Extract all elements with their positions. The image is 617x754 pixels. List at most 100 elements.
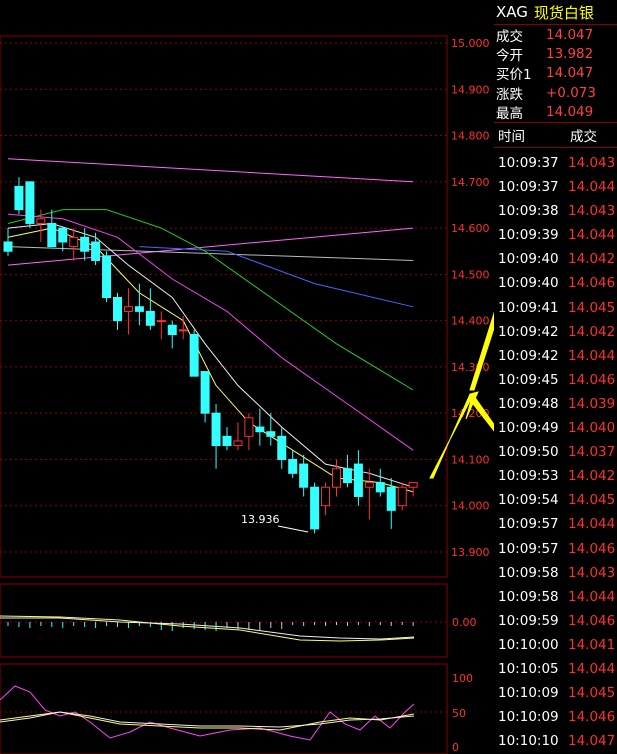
candle[interactable] [91,232,101,266]
trade-row[interactable]: 10:09:39 14.044 [494,223,617,247]
trade-row[interactable]: 10:09:38 14.043 [494,199,617,223]
trade-row[interactable]: 10:09:45 14.046 [494,368,617,392]
trade-row[interactable]: 10:09:58 14.044 [494,585,617,609]
trade-row[interactable]: 10:09:54 14.045 [494,488,617,512]
trade-row[interactable]: 10:09:37 14.043 [494,151,617,175]
candle[interactable] [222,427,232,451]
trade-time: 10:09:42 [498,323,559,340]
macd-line-white [0,617,415,640]
quote-label: 买价1 [496,67,532,84]
candle[interactable] [211,403,221,469]
candle[interactable] [25,181,35,229]
candle[interactable] [299,454,309,497]
trade-row[interactable]: 10:09:57 14.046 [494,536,617,560]
candle[interactable] [113,292,122,330]
kline-chart[interactable]: 15.000 14.900 14.800 14.700 14.600 14.500 14.4… [0,0,494,754]
trade-row[interactable]: 10:09:40 14.046 [494,271,617,295]
trade-time: 10:09:57 [498,540,559,557]
trade-row[interactable]: 10:09:49 14.040 [494,416,617,440]
candle[interactable] [47,209,57,248]
price-tick: 13.900 [451,546,490,559]
candle[interactable] [266,413,276,446]
trade-header-price: 成交 [570,128,597,145]
candle-body [167,324,177,336]
trade-price: 14.046 [568,612,616,629]
trade-price: 14.046 [568,371,616,388]
candle[interactable] [58,227,68,252]
candle[interactable] [200,371,210,423]
candle[interactable] [397,482,407,511]
trade-time: 10:09:54 [498,492,559,509]
candle[interactable] [255,408,265,446]
candle[interactable] [277,427,287,469]
trade-row[interactable]: 10:09:42 14.042 [494,320,617,344]
candle-body [342,468,352,484]
candle[interactable] [408,482,418,497]
candle[interactable] [321,482,331,515]
candle-body [134,306,144,312]
line-ma-green [7,209,414,391]
line-ma-yellow [7,227,414,493]
candle-body [113,297,122,322]
trade-row[interactable]: 10:09:53 14.042 [494,464,617,488]
candle-body [91,241,101,261]
trade-row[interactable]: 10:10:09 14.046 [494,705,617,729]
trade-price: 14.043 [568,564,616,581]
trade-price: 14.045 [568,299,616,316]
price-tick: 14.000 [451,500,490,513]
candle[interactable] [288,450,298,478]
rsi-line-magenta [0,685,415,741]
candle[interactable] [167,320,177,349]
trade-row[interactable]: 10:09:59 14.046 [494,609,617,633]
candle[interactable] [156,311,166,340]
candle[interactable] [123,288,133,335]
trade-price: 14.044 [568,516,616,533]
candle[interactable] [69,228,79,261]
trade-price: 14.046 [568,540,616,557]
quote-value: +0.073 [546,84,596,101]
candle[interactable] [310,482,320,534]
candle-body [266,431,276,437]
trade-row[interactable]: 10:09:41 14.045 [494,296,617,320]
candle[interactable] [14,177,24,215]
candle[interactable] [102,251,112,303]
trade-list[interactable]: 10:09:37 14.043 10:09:37 14.044 10:09:38 14.0… [494,151,617,753]
candle[interactable] [233,422,243,451]
candle[interactable] [364,468,374,520]
trade-row[interactable]: 10:10:05 14.044 [494,657,617,681]
trade-price: 14.042 [568,251,616,268]
trade-row[interactable]: 10:10:09 14.045 [494,681,617,705]
macd-panel-frame [0,583,448,658]
quote-row-high: 最高 14.049 [494,103,617,122]
candle[interactable] [145,288,155,330]
candle[interactable] [386,477,396,529]
trade-row[interactable]: 10:10:10 14.047 [494,729,617,753]
trade-row[interactable]: 10:09:58 14.043 [494,561,617,585]
trade-row[interactable]: 10:09:50 14.037 [494,440,617,464]
candle-body [310,486,320,530]
candle-body [332,468,341,488]
trade-price: 14.045 [568,492,616,509]
quote-value: 14.047 [546,65,594,82]
trade-row[interactable]: 10:10:00 14.041 [494,633,617,657]
candle-body [364,482,374,488]
candle[interactable] [353,450,363,506]
candle-body [299,463,309,488]
candle[interactable] [189,329,199,377]
trade-row[interactable]: 10:09:42 14.044 [494,344,617,368]
trade-time: 10:09:40 [498,275,559,292]
candle[interactable] [244,413,254,451]
trade-price: 14.039 [568,395,616,412]
candle[interactable] [3,228,13,256]
trade-row[interactable]: 10:09:57 14.044 [494,512,617,536]
candle[interactable] [178,316,188,340]
line-ma-white [7,222,414,488]
candle[interactable] [375,468,385,497]
candle[interactable] [332,459,341,497]
trade-row[interactable]: 10:09:48 14.039 [494,392,617,416]
trade-row[interactable]: 10:09:37 14.044 [494,175,617,199]
trade-time: 10:09:37 [498,179,559,196]
trade-row[interactable]: 10:09:40 14.042 [494,247,617,271]
candle-body [3,241,13,252]
candle-body [386,486,396,511]
